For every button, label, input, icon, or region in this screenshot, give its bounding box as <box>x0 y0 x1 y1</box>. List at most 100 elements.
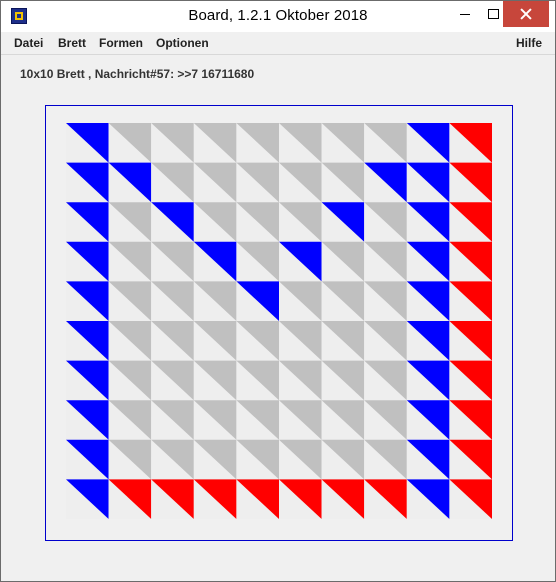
board-cell[interactable] <box>236 281 279 321</box>
board-cell[interactable] <box>151 123 194 163</box>
board-cell[interactable] <box>364 123 407 163</box>
board-cell[interactable] <box>108 439 152 480</box>
board-cell[interactable] <box>108 123 152 163</box>
board-cell[interactable] <box>108 321 152 361</box>
board-cell[interactable] <box>279 202 322 242</box>
board-cell[interactable] <box>108 360 152 401</box>
board-cell[interactable] <box>321 321 365 361</box>
menu-optionen[interactable]: Optionen <box>156 36 209 50</box>
board-cell[interactable] <box>364 360 407 401</box>
title-bar[interactable]: Board, 1.2.1 Oktober 2018 <box>1 1 555 32</box>
board-cell[interactable] <box>236 241 279 282</box>
board-cell[interactable] <box>279 439 322 480</box>
board-cell[interactable] <box>66 241 109 282</box>
close-button[interactable] <box>503 1 549 27</box>
board-cell[interactable] <box>236 439 279 480</box>
board-cell[interactable] <box>236 162 279 203</box>
board-cell[interactable] <box>321 281 365 321</box>
board-cell[interactable] <box>449 479 492 519</box>
board-cell[interactable] <box>151 321 194 361</box>
board-cell[interactable] <box>406 281 450 321</box>
board-cell[interactable] <box>449 439 492 480</box>
board-cell[interactable] <box>66 439 109 480</box>
board-cell[interactable] <box>321 123 365 163</box>
board-cell[interactable] <box>321 241 365 282</box>
board-cell[interactable] <box>236 202 279 242</box>
board-cell[interactable] <box>193 360 237 401</box>
board-cell[interactable] <box>151 281 194 321</box>
board-cell[interactable] <box>193 162 237 203</box>
board-cell[interactable] <box>321 202 365 242</box>
board-cell[interactable] <box>406 400 450 440</box>
board-cell[interactable] <box>193 439 237 480</box>
board-cell[interactable] <box>279 400 322 440</box>
board-cell[interactable] <box>364 162 407 203</box>
board-cell[interactable] <box>364 400 407 440</box>
board-cell[interactable] <box>236 321 279 361</box>
board-cell[interactable] <box>321 439 365 480</box>
board-cell[interactable] <box>279 479 322 519</box>
board-cell[interactable] <box>66 162 109 203</box>
board-cell[interactable] <box>151 162 194 203</box>
board-cell[interactable] <box>321 360 365 401</box>
game-board[interactable] <box>66 123 492 519</box>
board-cell[interactable] <box>364 281 407 321</box>
board-cell[interactable] <box>321 400 365 440</box>
board-cell[interactable] <box>108 241 152 282</box>
board-cell[interactable] <box>193 321 237 361</box>
board-cell[interactable] <box>279 123 322 163</box>
board-cell[interactable] <box>449 281 492 321</box>
board-cell[interactable] <box>236 400 279 440</box>
board-cell[interactable] <box>151 439 194 480</box>
board-cell[interactable] <box>279 281 322 321</box>
board-cell[interactable] <box>108 400 152 440</box>
board-cell[interactable] <box>279 162 322 203</box>
board-cell[interactable] <box>108 162 152 203</box>
board-cell[interactable] <box>236 123 279 163</box>
board-cell[interactable] <box>66 321 109 361</box>
board-cell[interactable] <box>449 241 492 282</box>
board-cell[interactable] <box>279 321 322 361</box>
board-cell[interactable] <box>193 479 237 519</box>
menu-formen[interactable]: Formen <box>99 36 143 50</box>
board-cell[interactable] <box>66 202 109 242</box>
board-cell[interactable] <box>193 400 237 440</box>
board-cell[interactable] <box>108 479 152 519</box>
board-cell[interactable] <box>321 162 365 203</box>
board-cell[interactable] <box>66 360 109 401</box>
board-cell[interactable] <box>406 241 450 282</box>
board-cell[interactable] <box>364 321 407 361</box>
board-cell[interactable] <box>449 162 492 203</box>
board-cell[interactable] <box>108 281 152 321</box>
board-cell[interactable] <box>406 202 450 242</box>
board-cell[interactable] <box>108 202 152 242</box>
board-cell[interactable] <box>66 479 109 519</box>
board-cell[interactable] <box>449 123 492 163</box>
board-cell[interactable] <box>193 202 237 242</box>
board-cell[interactable] <box>236 479 279 519</box>
board-cell[interactable] <box>449 321 492 361</box>
board-cell[interactable] <box>321 479 365 519</box>
board-cell[interactable] <box>66 400 109 440</box>
menu-brett[interactable]: Brett <box>58 36 86 50</box>
board-cell[interactable] <box>151 202 194 242</box>
board-cell[interactable] <box>449 202 492 242</box>
board-cell[interactable] <box>449 360 492 401</box>
board-cell[interactable] <box>66 281 109 321</box>
board-cell[interactable] <box>236 360 279 401</box>
board-cell[interactable] <box>151 400 194 440</box>
board-cell[interactable] <box>151 241 194 282</box>
board-cell[interactable] <box>406 439 450 480</box>
board-cell[interactable] <box>406 123 450 163</box>
board-cell[interactable] <box>406 162 450 203</box>
board-cell[interactable] <box>193 241 237 282</box>
menu-hilfe[interactable]: Hilfe <box>516 36 542 50</box>
board-cell[interactable] <box>151 479 194 519</box>
menu-datei[interactable]: Datei <box>14 36 43 50</box>
board-cell[interactable] <box>449 400 492 440</box>
board-cell[interactable] <box>364 479 407 519</box>
board-cell[interactable] <box>406 321 450 361</box>
board-cell[interactable] <box>151 360 194 401</box>
board-cell[interactable] <box>364 439 407 480</box>
board-cell[interactable] <box>279 360 322 401</box>
